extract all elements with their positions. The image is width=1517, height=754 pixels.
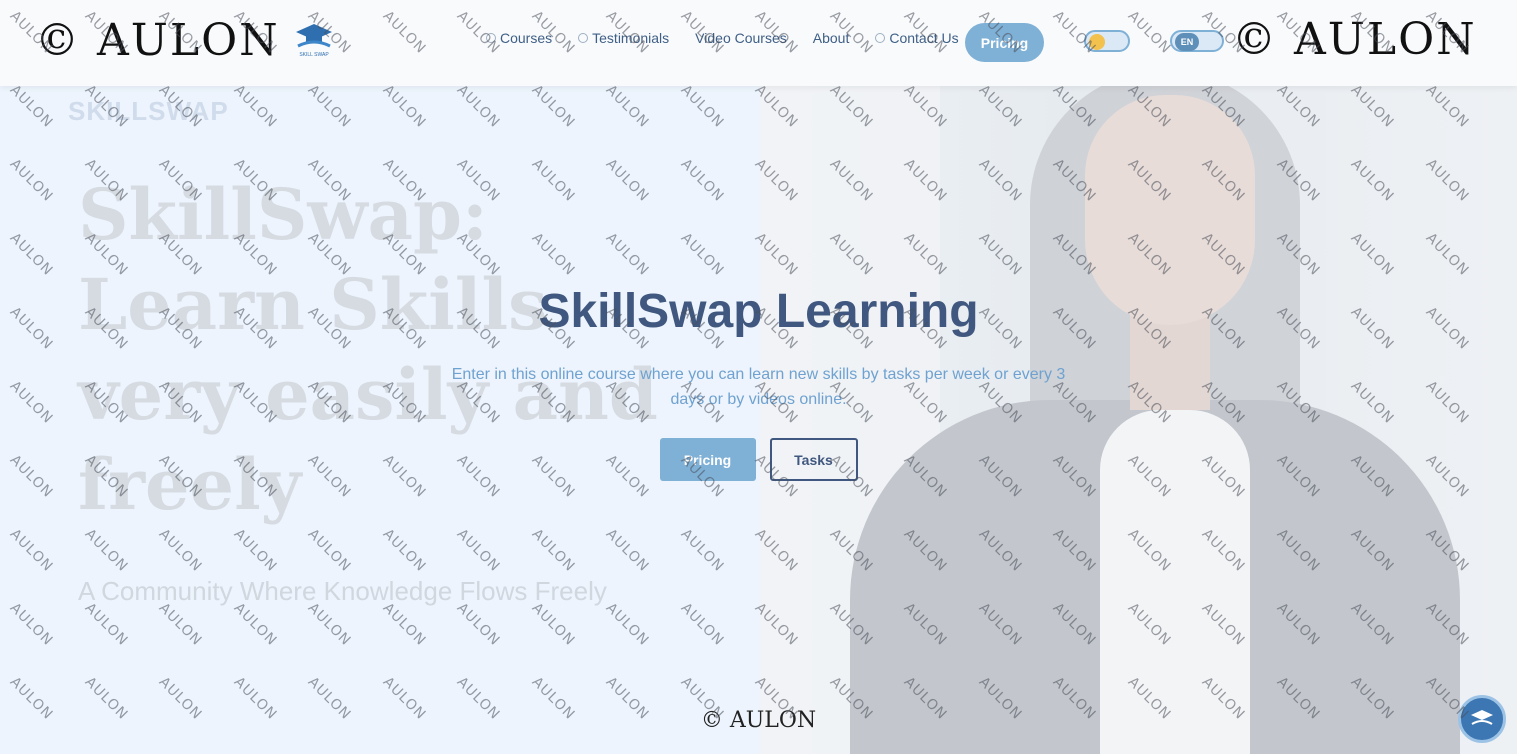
nav-testimonials[interactable]: Testimonials bbox=[578, 30, 669, 46]
brand-name: © AULON bbox=[35, 14, 280, 66]
language-toggle[interactable]: EN bbox=[1170, 30, 1224, 52]
hero-content: SkillSwap Learning Enter in this online … bbox=[0, 280, 1517, 481]
sun-icon bbox=[1089, 34, 1105, 50]
hero-subtitle: Enter in this online course where you ca… bbox=[451, 366, 1066, 408]
brand[interactable]: © AULON SKILL SWAP bbox=[35, 12, 336, 68]
nav-about-label: About bbox=[812, 30, 850, 46]
nav-video-courses-label: Video Courses bbox=[695, 30, 787, 46]
cta-row: Pricing Tasks bbox=[0, 438, 1517, 481]
pricing-button[interactable]: Pricing bbox=[659, 438, 756, 481]
nav-courses-label: Courses bbox=[500, 30, 553, 46]
nav-courses[interactable]: Courses bbox=[486, 30, 552, 46]
nav-testimonials-label: Testimonials bbox=[592, 30, 670, 46]
background-tagline: A Community Where Knowledge Flows Freely bbox=[78, 576, 607, 606]
nav-dot-icon bbox=[578, 33, 589, 43]
footer-copyright: © AULON bbox=[700, 708, 817, 733]
brand-name-right: © AULON bbox=[1232, 14, 1477, 65]
nav-dot-icon bbox=[486, 33, 496, 43]
nav-about[interactable]: About bbox=[813, 30, 850, 46]
hero-title: SkillSwap Learning bbox=[538, 285, 979, 338]
tasks-button[interactable]: Tasks bbox=[769, 438, 858, 481]
nav-video-courses[interactable]: Video Courses bbox=[695, 30, 787, 46]
theme-toggle[interactable] bbox=[1084, 30, 1130, 52]
nav-contact-label: Contact Us bbox=[889, 30, 959, 46]
nav-pricing-button[interactable]: Pricing bbox=[965, 23, 1044, 62]
logo-caption: SKILL SWAP bbox=[299, 52, 329, 58]
chat-button[interactable] bbox=[1458, 695, 1506, 743]
chat-logo-icon bbox=[1471, 710, 1493, 725]
navbar: © AULON SKILL SWAP Courses Testimonials … bbox=[0, 0, 1517, 86]
language-label: EN bbox=[1175, 33, 1199, 51]
skillswap-logo-icon: SKILL SWAP bbox=[295, 24, 332, 58]
background-logo: SKILLSWAP bbox=[68, 96, 229, 126]
nav-dot-icon bbox=[875, 33, 886, 43]
nav-contact[interactable]: Contact Us bbox=[875, 30, 959, 46]
nav-links: Courses Testimonials Video Courses About… bbox=[486, 30, 985, 46]
